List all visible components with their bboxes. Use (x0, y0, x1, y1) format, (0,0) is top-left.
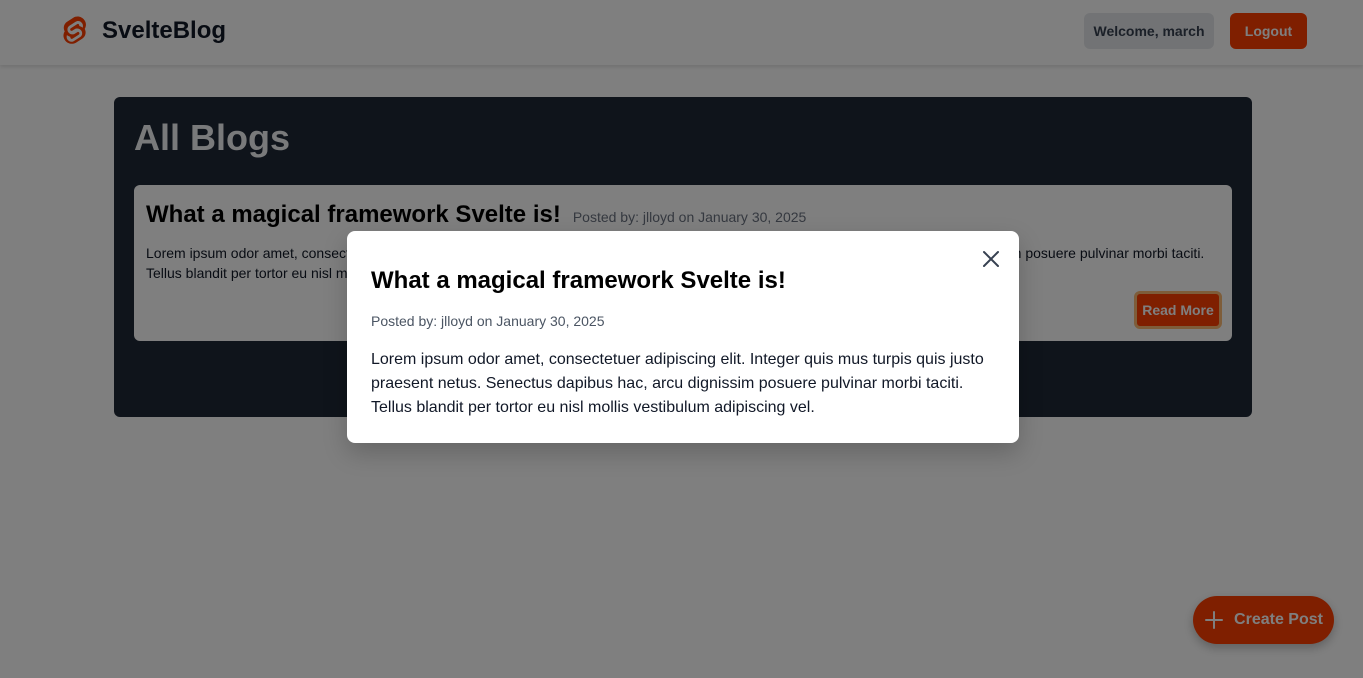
close-icon[interactable] (979, 247, 1003, 271)
modal-title: What a magical framework Svelte is! (371, 267, 786, 294)
modal-body: Lorem ipsum odor amet, consectetuer adip… (371, 351, 984, 416)
post-modal: What a magical framework Svelte is! Post… (347, 231, 1019, 443)
modal-meta: Posted by: jlloyd on January 30, 2025 (371, 313, 605, 329)
